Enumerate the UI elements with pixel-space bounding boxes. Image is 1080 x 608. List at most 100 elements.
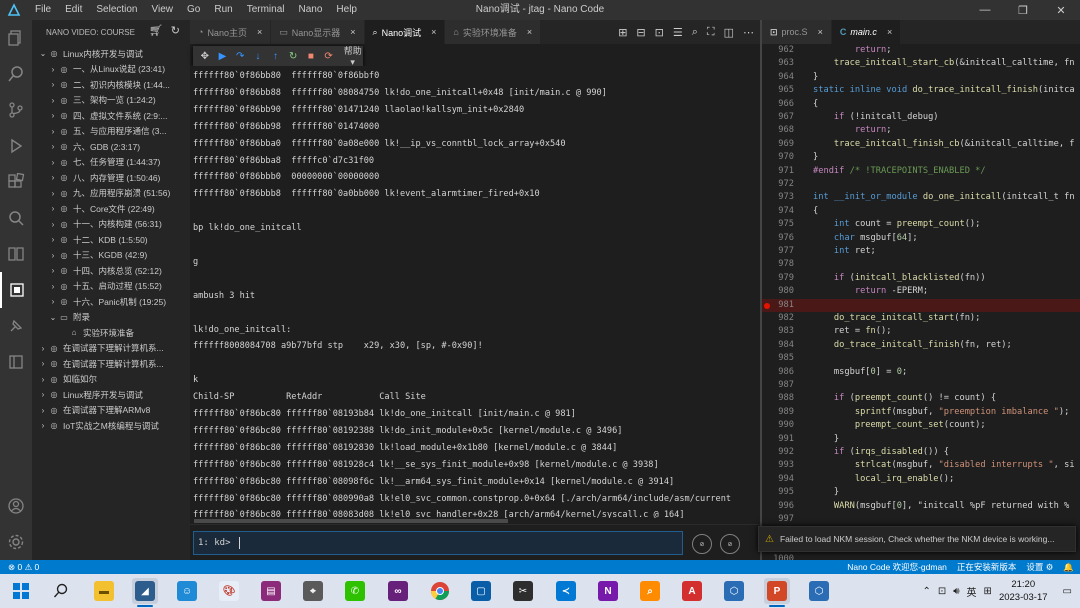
paint-app-icon[interactable]: 🎨︎ [216,578,242,604]
account-icon[interactable] [0,488,32,524]
status-item[interactable]: Nano Code 欢迎您-gdman [847,561,947,573]
menu-item-go[interactable]: Go [180,0,207,20]
continue-icon[interactable]: ▶ [215,51,231,62]
close-tab-icon[interactable]: × [431,27,436,37]
command-input[interactable]: 1: kd> [193,531,683,555]
menu-item-nano[interactable]: Nano [292,0,330,20]
editor-tab[interactable]: ⊡ proc.S × [762,20,832,44]
nano-search-icon[interactable] [0,200,32,236]
nano-code-taskbar-icon[interactable]: ◢ [132,578,158,604]
course-tree-item[interactable]: ⌂ 实验环境准备 [32,325,190,341]
settings-gear-icon[interactable] [0,524,32,560]
list-icon[interactable]: ☰ [673,26,683,39]
book-open-icon[interactable]: ⊡ [655,26,664,39]
notification-center-icon[interactable]: ▭ [1063,586,1072,597]
course-tree-item[interactable]: › ◎ 二、初识内核模块 (1:44... [32,77,190,93]
cancel-button[interactable]: ⊘ [720,534,740,554]
course-tree-item[interactable]: › ◎ 在调试器下理解计算机系... [32,341,190,357]
course-tree-item[interactable]: › ◎ 如临如尔 [32,372,190,388]
course-tree-item[interactable]: › ◎ 六、GDB (2:3:17) [32,139,190,155]
disconnect-icon[interactable]: ⟳ [321,51,337,62]
search-tool-icon[interactable]: ⌕ [637,578,663,604]
course-tree-item[interactable]: › ◎ 十、Core文件 (22:49) [32,201,190,217]
search-icon[interactable] [0,56,32,92]
drag-handle-icon[interactable]: ✥ [197,51,213,62]
course-tree-item[interactable]: › ◎ 九、应用程序崩溃 (51:56) [32,186,190,202]
explorer-icon[interactable] [0,20,32,56]
tool-app-icon[interactable]: ⌖ [300,578,326,604]
screenshot-app-icon[interactable]: ✂ [510,578,536,604]
problems-indicator[interactable]: ⊗ 0 ⚠ 0 [0,562,39,573]
ime-settings-icon[interactable]: ⊞ [984,586,992,597]
step-into-icon[interactable]: ↓ [250,51,266,62]
stop-icon[interactable]: ■ [303,51,319,62]
virtualbox-2-icon[interactable]: ⬡ [806,578,832,604]
course-tree-item[interactable]: ⌄ ◎ Linux内核开发与调试 [32,46,190,62]
status-item[interactable]: 设置 ⚙ [1026,561,1053,573]
notification-toast[interactable]: ⚠ Failed to load NKM session, Check whet… [758,526,1076,552]
menu-item-terminal[interactable]: Terminal [240,0,292,20]
course-tree-item[interactable]: › ◎ 十三、KGDB (42:9) [32,248,190,264]
course-tree-item[interactable]: ⌄ ▭ 附录 [32,310,190,326]
status-item[interactable]: 正在安装新版本 [957,561,1017,573]
volume-icon[interactable]: 🔊︎ [953,586,959,597]
app-window-icon[interactable]: ▢ [468,578,494,604]
course-tree-item[interactable]: › ◎ 十五、启动过程 (15:52) [32,279,190,295]
wechat-app-icon[interactable]: ✆ [342,578,368,604]
nano-course-icon[interactable] [0,272,32,308]
pin-icon[interactable] [0,308,32,344]
close-button[interactable]: ✕ [1042,0,1080,20]
help-menu[interactable]: 帮助 ▾ [342,44,363,68]
cart-icon[interactable]: 🛒︎ [149,24,163,37]
virtualbox-icon[interactable]: ⬡ [721,578,747,604]
winrar-app-icon[interactable]: ▤ [258,578,284,604]
taskbar-search-icon[interactable] [48,578,74,604]
course-tree-item[interactable]: › ◎ 十四、内核总览 (52:12) [32,263,190,279]
course-tree-item[interactable]: › ◎ 五、与应用程序通信 (3... [32,124,190,140]
breakpoint-icon[interactable] [764,302,770,309]
windows-start-icon[interactable] [8,578,34,604]
minimize-button[interactable]: — [966,0,1004,20]
maximize-button[interactable]: ❐ [1004,0,1042,20]
close-tab-icon[interactable]: × [818,27,823,37]
editor-tab[interactable]: Cmain.c × [831,20,902,44]
menu-item-edit[interactable]: Edit [58,0,89,20]
clear-button[interactable]: ⊘ [692,534,712,554]
onenote-app-icon[interactable]: N [595,578,621,604]
step-over-icon[interactable]: ↷ [232,51,248,62]
course-tree-item[interactable]: › ◎ Linux程序开发与调试 [32,387,190,403]
editor-tab[interactable]: ▭ Nano显示器 × [271,20,365,44]
more-icon[interactable]: ⋯ [743,26,754,39]
course-tree-item[interactable]: › ◎ 在调试器下理解计算机系... [32,356,190,372]
code-editor[interactable]: 962 return; 963 trace_initcall_start_cb(&… [762,44,1080,560]
course-tree-item[interactable]: › ◎ 十二、KDB (1:5:50) [32,232,190,248]
source-control-icon[interactable] [0,92,32,128]
course-tree-item[interactable]: › ◎ 八、内存管理 (1:50:46) [32,170,190,186]
editor-tab[interactable]: ⌂ 实验环境准备 × [445,20,542,44]
step-out-icon[interactable]: ↑ [268,51,284,62]
vscode-app-icon[interactable]: ≺ [553,578,579,604]
clock[interactable]: 21:20 2023-03-17 [999,578,1048,604]
course-tree-item[interactable]: › ◎ 一、从Linux说起 (23:41) [32,62,190,78]
restart-icon[interactable]: ↻ [285,51,301,62]
split-editor-icon[interactable]: ◫ [724,26,734,39]
course-tree-item[interactable]: › ◎ 十六、Panic机制 (19:25) [32,294,190,310]
course-tree-item[interactable]: › ◎ 四、虚拟文件系统 (2:9:... [32,108,190,124]
contacts-app-icon[interactable]: ☺ [174,578,200,604]
chrome-browser-icon[interactable] [427,578,453,604]
zoom-icon[interactable]: ⌕ [692,26,698,39]
extensions-icon[interactable] [0,164,32,200]
file-explorer-icon[interactable]: ▬ [91,578,117,604]
course-tree-item[interactable]: › ◎ 三、架构一览 (1:24:2) [32,93,190,109]
editor-tab[interactable]: ⌕ Nano调试 × [364,20,446,44]
course-tree-item[interactable]: › ◎ 十一、内核构建 (56:31) [32,217,190,233]
powerpoint-app-icon[interactable]: P [764,578,790,604]
fullscreen-icon[interactable]: ⛶ [707,26,715,39]
refresh-icon[interactable]: ↻ [171,24,180,37]
book-icon[interactable] [0,236,32,272]
status-item[interactable]: 🔔 [1063,562,1074,573]
menu-item-view[interactable]: View [145,0,181,20]
course-tree-item[interactable]: › ◎ 在调试器下理解ARMv8 [32,403,190,419]
visual-studio-icon[interactable]: ∞ [385,578,411,604]
register-icon[interactable]: ⊟ [636,26,645,39]
